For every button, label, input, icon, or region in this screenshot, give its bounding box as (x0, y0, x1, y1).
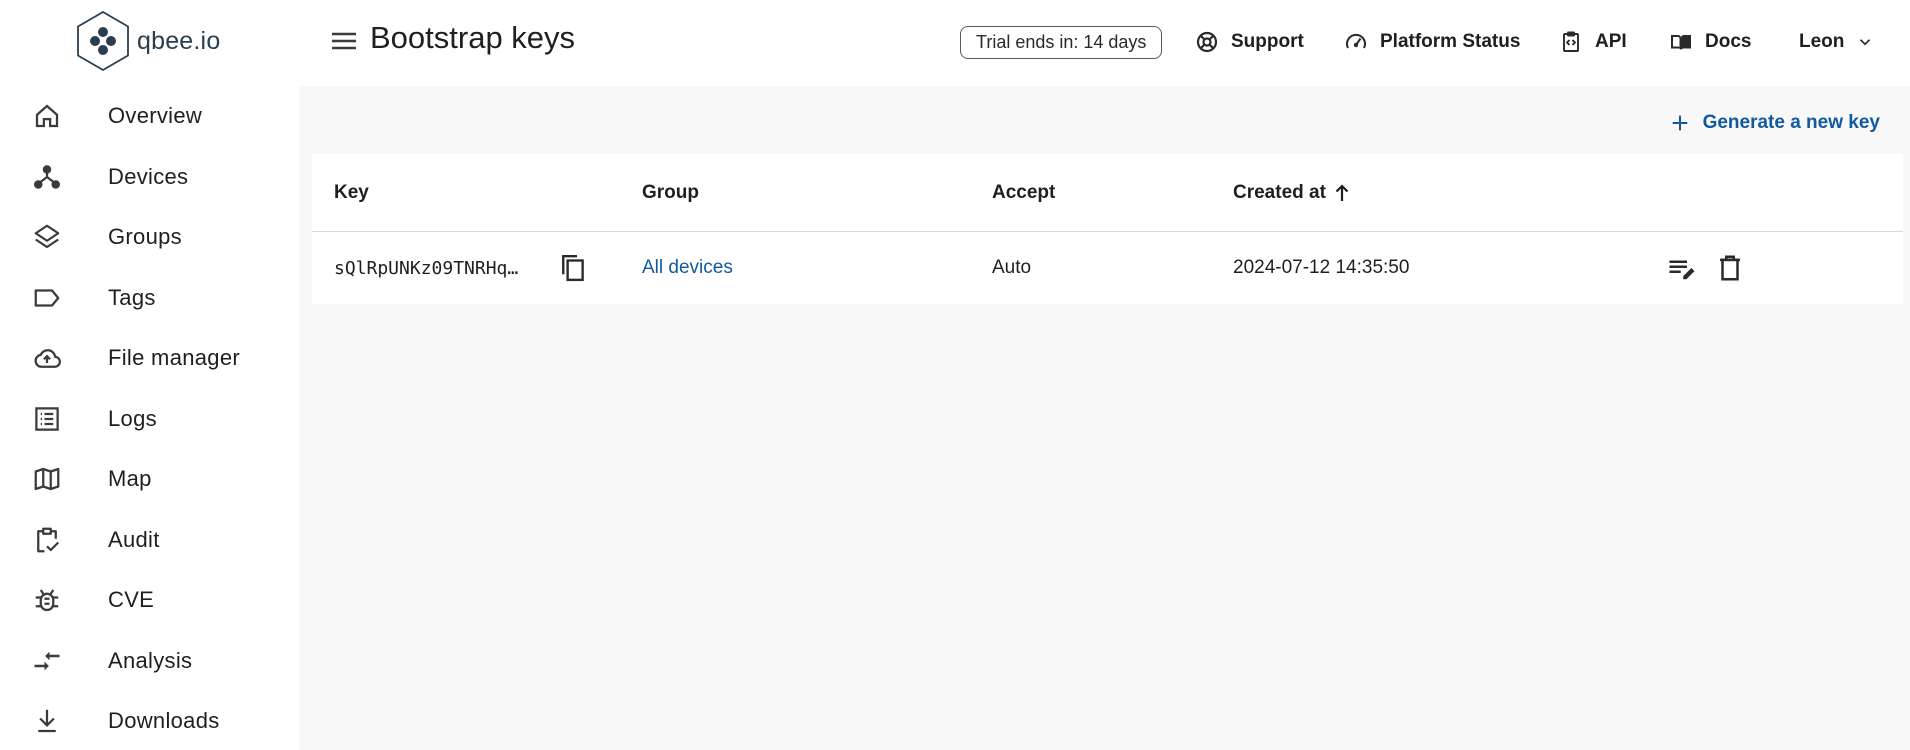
api-label: API (1595, 31, 1627, 52)
lifebuoy-icon (1196, 31, 1218, 53)
sidebar-item-analysis[interactable]: Analysis (0, 631, 299, 692)
accept-value: Auto (992, 257, 1032, 278)
sidebar: qbee.io Overview Devices Groups Tags Fil… (0, 0, 299, 750)
layers-icon (34, 224, 60, 249)
copy-icon (562, 254, 584, 282)
cloud-upload-icon (34, 349, 61, 369)
sidebar-item-audit[interactable]: Audit (0, 510, 299, 571)
book-open-icon (1671, 34, 1691, 50)
clipboard-check-icon (37, 527, 60, 553)
table-header: Key Group Accept Created at (312, 154, 1903, 232)
sidebar-item-label: Map (108, 466, 152, 492)
support-label: Support (1231, 31, 1304, 52)
user-name: Leon (1799, 31, 1845, 52)
sidebar-item-label: CVE (108, 587, 155, 613)
edit-key-button[interactable] (1664, 250, 1700, 286)
code-clipboard-icon (1563, 31, 1579, 52)
page-title: Bootstrap keys (370, 20, 576, 55)
sidebar-item-label: Overview (108, 103, 203, 129)
generate-key-button[interactable]: Generate a new key (1669, 112, 1880, 134)
docs-label: Docs (1705, 31, 1752, 52)
created-at-value: 2024-07-12 14:35:50 (1233, 257, 1410, 278)
bug-icon (35, 589, 59, 612)
map-icon (34, 468, 60, 491)
user-menu[interactable]: Leon (1799, 24, 1874, 60)
sidebar-item-label: Devices (108, 163, 189, 189)
trash-icon (1720, 255, 1740, 281)
sidebar-item-logs[interactable]: Logs (0, 389, 299, 450)
logo-text: qbee.io (137, 26, 221, 55)
main-content: Generate a new key Key Group Accept Crea… (299, 86, 1910, 750)
sidebar-item-overview[interactable]: Overview (0, 86, 299, 147)
copy-key-button[interactable] (554, 250, 590, 286)
sidebar-item-label: Analysis (108, 647, 193, 673)
qbee-hex-logo-icon (77, 10, 129, 72)
sidebar-item-groups[interactable]: Groups (0, 207, 299, 268)
key-value: sQlRpUNKz09TNRHq… (334, 257, 519, 279)
home-icon (35, 104, 59, 128)
table-row: sQlRpUNKz09TNRHq… All devices Auto 2024-… (312, 232, 1903, 304)
edit-note-icon (1669, 260, 1695, 280)
plus-icon (1672, 115, 1687, 131)
sidebar-item-file-manager[interactable]: File manager (0, 328, 299, 389)
menu-toggle-button[interactable] (329, 26, 359, 56)
column-header-created-at[interactable]: Created at (1233, 154, 1350, 231)
sidebar-item-label: Tags (108, 284, 156, 310)
download-icon (38, 710, 56, 733)
column-header-group[interactable]: Group (642, 154, 699, 231)
sidebar-item-downloads[interactable]: Downloads (0, 691, 299, 750)
trial-badge[interactable]: Trial ends in: 14 days (960, 26, 1163, 59)
tag-icon (34, 289, 60, 307)
platform-status-label: Platform Status (1380, 31, 1521, 52)
top-header: Bootstrap keys Trial ends in: 14 days Su… (299, 0, 1910, 84)
app-root: qbee.io Overview Devices Groups Tags Fil… (0, 0, 1910, 750)
devices-icon (34, 165, 60, 189)
sidebar-item-label: Logs (108, 405, 157, 431)
api-link[interactable]: API (1559, 24, 1627, 60)
sidebar-item-label: Audit (108, 526, 160, 552)
platform-status-link[interactable]: Platform Status (1344, 24, 1520, 60)
list-icon (35, 407, 59, 431)
sidebar-item-label: Groups (108, 224, 182, 250)
support-link[interactable]: Support (1195, 24, 1304, 60)
hamburger-menu-icon (332, 32, 356, 50)
docs-link[interactable]: Docs (1669, 24, 1751, 60)
sidebar-item-label: Downloads (108, 708, 220, 734)
sidebar-item-cve[interactable]: CVE (0, 570, 299, 631)
logo[interactable]: qbee.io (75, 10, 220, 72)
column-header-key[interactable]: Key (334, 154, 369, 231)
chevron-down-icon (1860, 39, 1871, 46)
column-header-created-at-label: Created at (1233, 181, 1326, 203)
column-header-accept[interactable]: Accept (992, 154, 1055, 231)
speedometer-icon (1346, 33, 1366, 49)
arrow-up-sort-icon (1335, 183, 1349, 201)
group-link[interactable]: All devices (642, 232, 733, 304)
bootstrap-keys-table: Key Group Accept Created at sQlRpUNKz09T… (312, 154, 1903, 304)
sidebar-item-tags[interactable]: Tags (0, 268, 299, 329)
sidebar-item-label: File manager (108, 345, 240, 371)
sidebar-item-devices[interactable]: Devices (0, 147, 299, 208)
compare-arrows-icon (34, 651, 60, 671)
sidebar-nav: Overview Devices Groups Tags File manage… (0, 86, 299, 750)
delete-key-button[interactable] (1712, 250, 1748, 286)
sidebar-item-map[interactable]: Map (0, 449, 299, 510)
generate-key-label: Generate a new key (1702, 112, 1880, 133)
